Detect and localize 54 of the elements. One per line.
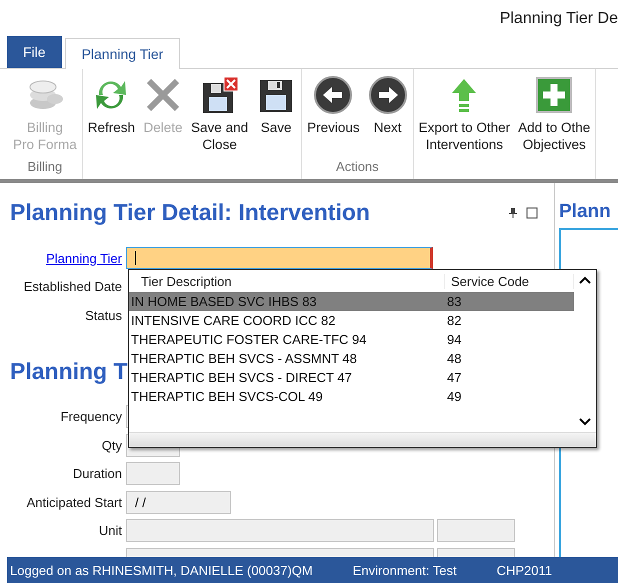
- window-title: Planning Tier De: [500, 10, 618, 28]
- column-header: Service Code: [445, 274, 574, 288]
- field-link[interactable]: Planning Tier: [10, 250, 122, 266]
- arrow-left-icon: [313, 75, 354, 115]
- status-text: CHP2011: [496, 562, 552, 578]
- table-cell-text: 83: [446, 294, 462, 309]
- field-label: Qty: [100, 438, 122, 453]
- status-text: Logged on as RHINESMITH, DANIELLE (00037)QM: [10, 562, 313, 578]
- input-field[interactable]: [437, 519, 515, 542]
- ribbon-button[interactable]: Save and Close: [188, 75, 252, 159]
- date-field[interactable]: / /: [126, 490, 231, 514]
- arrow-right-icon: [368, 75, 408, 115]
- table-cell-text: THERAPTIC BEH SVCS - ASSMNT 48: [130, 351, 358, 366]
- input-field[interactable]: [126, 462, 180, 486]
- ribbon-button[interactable]: Next: [364, 75, 411, 159]
- table-cell-text: 49: [446, 389, 462, 404]
- field-label: Anticipated Start: [26, 494, 122, 510]
- ribbon-tab[interactable]: Planning Tier: [64, 38, 180, 69]
- ribbon-button[interactable]: Export to Other Interventions: [416, 75, 514, 159]
- table-cell-text: 48: [446, 351, 462, 366]
- ribbon-button[interactable]: Refresh: [84, 75, 138, 159]
- table-cell-text: 47: [446, 370, 462, 385]
- group-label: Billing: [28, 159, 62, 176]
- table-cell-text: 82: [446, 313, 462, 328]
- table-cell-text: THERAPTIC BEH SVCS-COL 49: [130, 389, 324, 404]
- panel-title: Planning Tier Detail: Intervention: [10, 199, 370, 226]
- status-text: Environment: Test: [352, 562, 457, 578]
- table-cell-text: 94: [446, 332, 462, 347]
- plus-icon: [534, 75, 574, 115]
- file-tab[interactable]: File: [7, 36, 62, 68]
- column-header: Tier Description: [129, 274, 445, 288]
- field-label: Frequency: [60, 409, 122, 424]
- table-cell-text: THERAPEUTIC FOSTER CARE-TFC 94: [130, 332, 368, 347]
- table-cell-text: THERAPTIC BEH SVCS - DIRECT 47: [130, 370, 353, 385]
- field-label: Duration: [72, 466, 122, 482]
- ribbon-button[interactable]: Save: [253, 75, 300, 159]
- resize-grip[interactable]: [129, 432, 596, 447]
- field-label: Unit: [98, 523, 122, 538]
- maximize-icon[interactable]: [526, 206, 538, 218]
- ribbon-button[interactable]: Add to Othe Objectives: [515, 75, 594, 159]
- pin-icon[interactable]: [508, 206, 518, 218]
- list-row[interactable]: IN HOME BASED SVC IHBS 83 83: [129, 292, 574, 311]
- ribbon-button[interactable]: Previous: [304, 75, 363, 159]
- field-label: Status: [84, 308, 122, 323]
- planning-tier-field[interactable]: [126, 247, 433, 270]
- table-cell-text: IN HOME BASED SVC IHBS 83: [130, 294, 318, 309]
- input-field[interactable]: [126, 519, 434, 542]
- group-label: Actions: [336, 159, 379, 176]
- scroll-down-icon[interactable]: [579, 418, 591, 426]
- field-label: Established Date: [22, 279, 122, 294]
- scroll-up-icon[interactable]: [579, 276, 591, 284]
- panel-title: Plann: [559, 201, 611, 223]
- table-cell-text: INTENSIVE CARE COORD ICC 82: [130, 313, 336, 328]
- section-title: Planning T: [10, 358, 128, 384]
